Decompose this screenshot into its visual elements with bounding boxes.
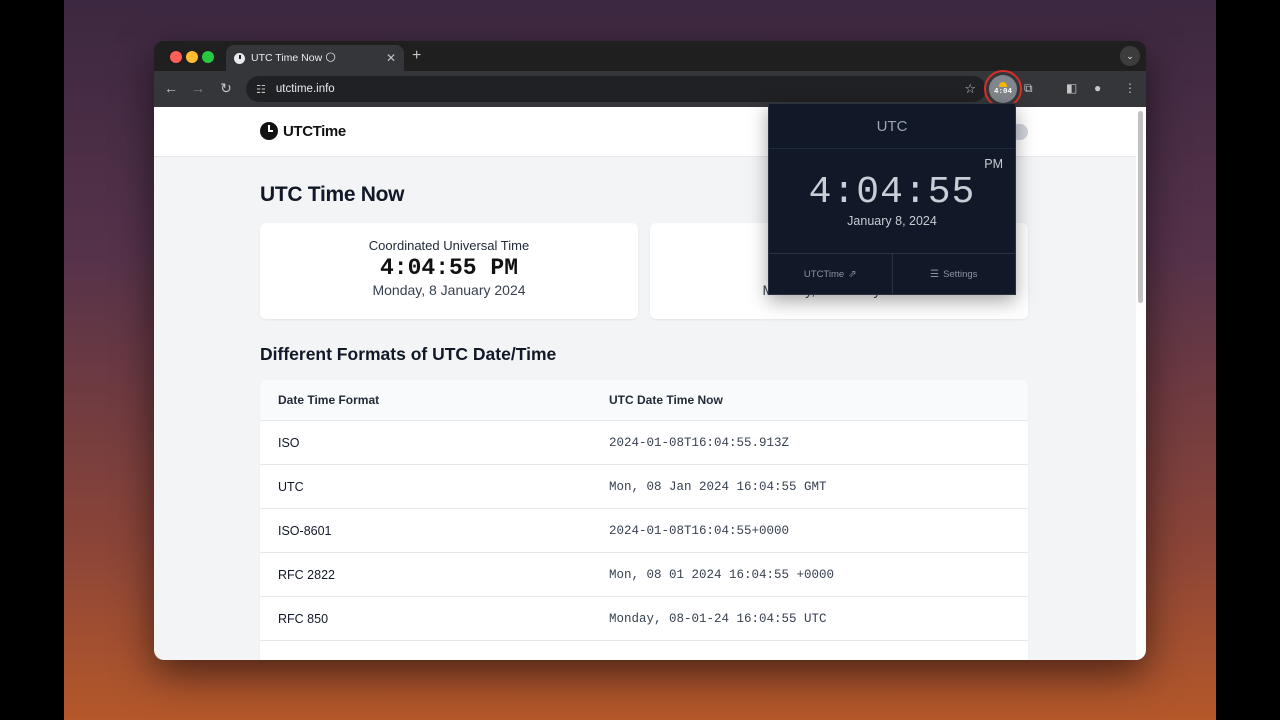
new-tab-button[interactable]: + — [412, 47, 421, 65]
tune-icon[interactable]: ☷ — [256, 83, 266, 96]
table-row: ISO 2024-01-08T16:04:55.913Z — [260, 421, 1028, 465]
format-name: RFC 2822 — [278, 567, 335, 582]
popup-footer: UTCTime ⇗ ☰ Settings — [769, 253, 1015, 294]
table-row: RFC 2822 Mon, 08 01 2024 16:04:55 +0000 — [260, 553, 1028, 597]
logo-text: UTCTime — [283, 122, 346, 140]
format-name: ISO-8601 — [278, 523, 332, 538]
format-value: Mon, 08 01 2024 16:04:55 +0000 — [609, 567, 835, 582]
clock-favicon-icon — [234, 52, 245, 64]
popup-time: 4:04:55 — [808, 171, 976, 214]
extensions-icon[interactable]: ⧉ — [1024, 81, 1033, 96]
maximize-window-button[interactable] — [202, 51, 214, 63]
tab-close-icon[interactable]: ✕ — [386, 51, 396, 65]
back-icon[interactable]: ← — [162, 80, 180, 96]
column-header-value: UTC Date Time Now — [609, 393, 723, 407]
sliders-icon: ☰ — [930, 268, 940, 280]
sun-icon — [999, 82, 1007, 87]
extension-badge-time: 4:04 — [993, 88, 1012, 96]
format-value: 2024-01-08T16:04:55+0000 — [609, 523, 790, 538]
card-time: 4:04:55 PM — [379, 255, 519, 281]
format-value: Monday, 08-01-24 16:04:55 UTC — [609, 611, 827, 626]
page-title: UTC Time Now — [260, 183, 405, 206]
formats-table: Date Time Format UTC Date Time Now ISO 2… — [260, 380, 1028, 660]
star-icon[interactable]: ☆ — [964, 81, 976, 97]
tab-utc-time-now[interactable]: UTC Time Now 🌕 ✕ — [226, 45, 404, 71]
format-value: Mon, 08 Jan 2024 16:04:55 GMT — [609, 479, 827, 494]
table-row: RFC 850 Monday, 08-01-24 16:04:55 UTC — [260, 597, 1028, 641]
scrollbar-thumb[interactable] — [1138, 111, 1143, 303]
utctime-link-button[interactable]: UTCTime ⇗ — [769, 254, 892, 294]
section-title: Different Formats of UTC Date/Time — [260, 344, 557, 364]
profile-icon[interactable]: ● — [1094, 81, 1101, 95]
format-value: 2024-01-08T16:04:55.913Z — [609, 435, 790, 450]
external-link-icon: ⇗ — [848, 268, 857, 280]
minimize-window-button[interactable] — [186, 51, 198, 63]
tab-search-button[interactable]: ⌄ — [1120, 46, 1140, 66]
utc-time-card: Coordinated Universal Time 4:04:55 PM Mo… — [260, 223, 638, 319]
utc-extension-button[interactable]: 4:04 — [989, 75, 1017, 103]
site-logo[interactable]: UTCTime — [260, 122, 346, 140]
utctime-link-label: UTCTime — [803, 268, 845, 280]
format-name: RFC 850 — [278, 611, 329, 626]
tab-strip: UTC Time Now 🌕 ✕ + ⌄ — [154, 41, 1146, 71]
popup-ampm: PM — [984, 157, 1003, 171]
settings-label: Settings — [943, 268, 978, 280]
popup-divider — [769, 148, 1015, 149]
menu-icon[interactable]: ⋮ — [1124, 81, 1136, 95]
table-row: UTC Mon, 08 Jan 2024 16:04:55 GMT — [260, 465, 1028, 509]
clock-icon — [260, 122, 278, 140]
card-date: Monday, 8 January 2024 — [372, 282, 526, 298]
format-name: UTC — [278, 479, 304, 494]
reload-icon[interactable]: ↻ — [217, 80, 235, 97]
address-bar[interactable]: ☷ utctime.info ☆ — [246, 76, 986, 102]
popup-date: January 8, 2024 — [847, 214, 937, 228]
browser-toolbar: ← → ↻ ☷ utctime.info ☆ 4:04 ⧉ ◧ ● ⋮ — [154, 70, 1146, 108]
forward-icon[interactable]: → — [189, 80, 207, 96]
table-row — [260, 641, 1028, 660]
tab-title: UTC Time Now 🌕 — [251, 52, 337, 64]
url-text[interactable]: utctime.info — [276, 83, 954, 95]
card-title: Coordinated Universal Time — [368, 238, 530, 253]
table-header: Date Time Format UTC Date Time Now — [260, 380, 1028, 421]
column-header-format: Date Time Format — [278, 393, 380, 407]
format-name: ISO — [278, 435, 300, 450]
table-row: ISO-8601 2024-01-08T16:04:55+0000 — [260, 509, 1028, 553]
extension-popup: UTC PM 4:04:55 January 8, 2024 UTCTime ⇗… — [768, 103, 1016, 295]
desktop-background: UTC Time Now 🌕 ✕ + ⌄ ← → ↻ ☷ utctime.inf… — [64, 0, 1216, 720]
side-panel-icon[interactable]: ◧ — [1066, 81, 1077, 95]
popup-timezone: UTC — [876, 118, 908, 135]
browser-window: UTC Time Now 🌕 ✕ + ⌄ ← → ↻ ☷ utctime.inf… — [154, 41, 1146, 660]
close-window-button[interactable] — [170, 51, 182, 63]
settings-button[interactable]: ☰ Settings — [891, 254, 1016, 294]
